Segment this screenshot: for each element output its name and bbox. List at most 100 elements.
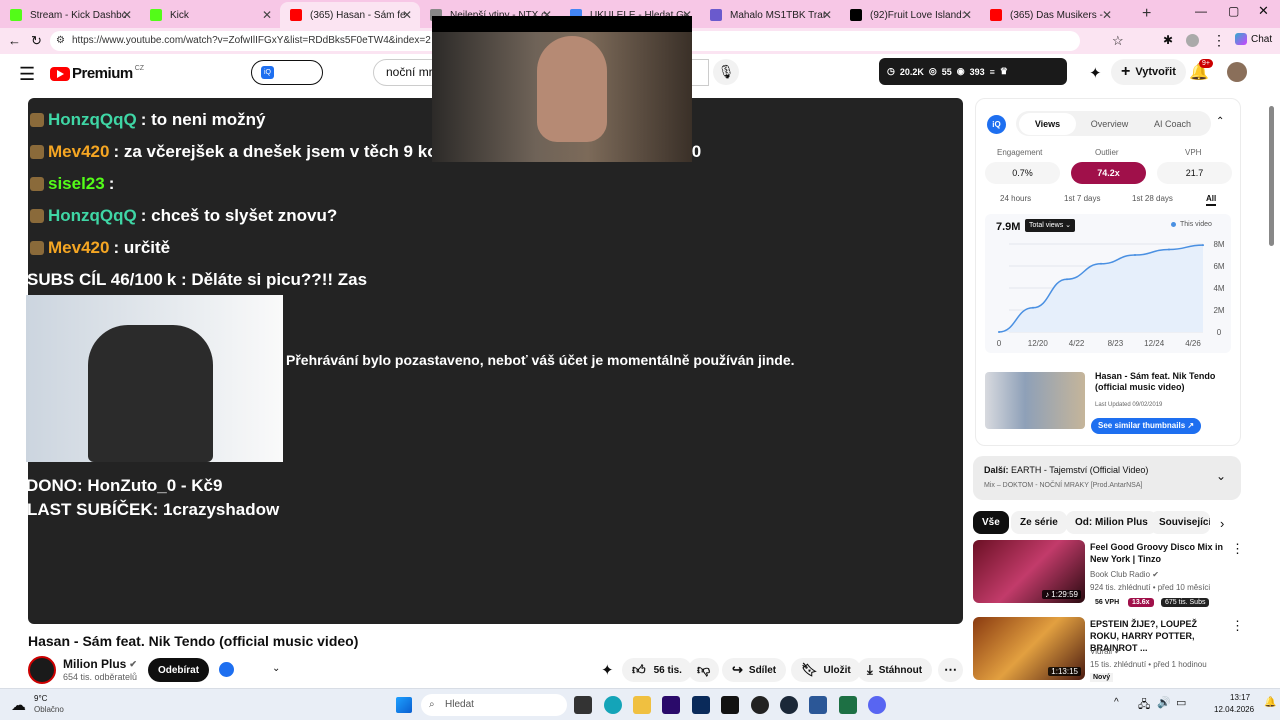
download-button[interactable]: ⤓ Stáhnout [857, 658, 933, 682]
chat-button[interactable]: Chat [1235, 33, 1272, 45]
chip-all[interactable]: Vše [973, 511, 1009, 534]
vidiq-stats-bar[interactable]: ◷ 20.2K ◎ 55 ◉ 393 ≡ ♛ [879, 58, 1067, 85]
thumbnail-preview[interactable] [985, 372, 1085, 429]
chevron-right-icon[interactable]: › [1220, 516, 1224, 531]
bookmark-icon[interactable]: ☆ [1112, 33, 1124, 49]
subscribe-button[interactable]: Odebírat [148, 658, 209, 682]
dislike-button[interactable]: 👎︎ [688, 658, 720, 682]
network-icon[interactable]: 🖧 [1138, 696, 1150, 715]
browser-tab[interactable]: Stream - Kick Dashboard✕ [0, 2, 140, 28]
tab-ai-coach[interactable]: AI Coach [1144, 113, 1201, 135]
like-button[interactable]: 👍︎ 56 tis. [622, 658, 692, 682]
menu-dots-icon[interactable]: ⋮ [1212, 32, 1226, 49]
volume-icon[interactable]: 🔊 [1157, 696, 1171, 709]
chip-all-label: Vše [982, 517, 1000, 528]
extensions-icon[interactable]: ✱ [1163, 33, 1173, 47]
task-view-icon[interactable] [574, 696, 592, 714]
excel-icon[interactable] [839, 696, 857, 714]
share-button[interactable]: ↪ Sdílet [722, 658, 787, 682]
chat-username: SUBS CÍL 46/100 [27, 270, 163, 289]
notification-bell-icon[interactable]: 🔔 [1264, 697, 1276, 708]
steam-icon[interactable] [780, 696, 798, 714]
chip-channel[interactable]: Od: Milion Plus [1066, 511, 1157, 534]
channel-name[interactable]: Milion Plus ✔ [63, 657, 137, 671]
similar-thumbnails-button[interactable]: See similar thumbnails ↗ [1091, 418, 1202, 434]
chip-series[interactable]: Ze série [1011, 511, 1067, 534]
browser-tab[interactable]: (365) Hasan - Sám feat. Nik✕ [280, 2, 420, 28]
battery-icon[interactable]: ▭ [1176, 696, 1186, 709]
copilot-icon [1235, 33, 1247, 45]
word-icon[interactable] [809, 696, 827, 714]
obs-icon[interactable] [751, 696, 769, 714]
new-tab-button[interactable]: + [1142, 5, 1151, 23]
youtube-logo[interactable]: Premium CZ [50, 65, 144, 82]
share-label: Sdílet [748, 664, 777, 676]
vidiq-tools-icon[interactable]: ✦ [601, 661, 614, 679]
tab-close-icon[interactable]: ✕ [822, 8, 832, 22]
rec-title-1[interactable]: Feel Good Groovy Disco Mix in New York |… [1090, 541, 1225, 565]
scrollbar[interactable] [1268, 94, 1276, 688]
chat-text: : [108, 174, 115, 193]
like-count: 56 tis. [653, 664, 682, 676]
tab-overview[interactable]: Overview [1081, 113, 1138, 135]
range-28d[interactable]: 1st 28 days [1132, 194, 1173, 203]
weather-icon[interactable]: ☁ [11, 696, 26, 714]
expand-icon[interactable]: ⌄ [1216, 469, 1226, 483]
range-24h[interactable]: 24 hours [1000, 194, 1031, 203]
taskbar-search[interactable]: ⌕ Hledat [421, 694, 567, 716]
maximize-button[interactable]: ▢ [1228, 4, 1239, 18]
browser-tab[interactable]: Kick ✕ [140, 2, 280, 28]
rec-thumbnail-1[interactable]: ♪ 1:29:59 [973, 540, 1085, 603]
save-button[interactable]: 🔖︎ Uložit [791, 658, 861, 682]
close-window-button[interactable]: ✕ [1258, 3, 1269, 19]
range-all[interactable]: All [1206, 194, 1217, 206]
vidiq-channel-icon[interactable] [219, 662, 234, 677]
voice-search-icon[interactable]: 🎙 [713, 59, 739, 85]
more-actions-button[interactable]: ⋯ [938, 658, 963, 682]
browser-tab[interactable]: (365) Das Musikers - Papír n✕ [980, 2, 1120, 28]
browser-tab[interactable]: (92)Fruit Love Island: All Epis✕ [840, 2, 980, 28]
profile-icon[interactable] [1186, 34, 1199, 47]
vidiq-toggle[interactable]: iQ [251, 60, 323, 85]
minimize-button[interactable]: — [1195, 4, 1207, 18]
rec-duration-text-1: 1:29:59 [1051, 590, 1078, 599]
vidiq-extension-icon[interactable]: ✦ [1089, 64, 1102, 82]
rec-menu-icon-1[interactable]: ⋮ [1231, 541, 1244, 557]
clock-time[interactable]: 13:17 [1230, 693, 1250, 702]
start-icon[interactable] [396, 697, 412, 713]
next-up-card[interactable]: Další: EARTH - Tajemství (Official Video… [973, 456, 1241, 500]
rec-thumbnail-2[interactable]: 1:13:15 [973, 617, 1085, 680]
rec-menu-icon-2[interactable]: ⋮ [1231, 618, 1244, 634]
tab-views[interactable]: Views [1019, 113, 1076, 135]
tray-chevron-icon[interactable]: ^ [1114, 697, 1119, 708]
share-icon: ↪ [732, 662, 743, 677]
tab-close-icon[interactable]: ✕ [262, 8, 272, 22]
tab-close-icon[interactable]: ✕ [962, 8, 972, 22]
create-button[interactable]: + Vytvořit [1111, 59, 1186, 85]
metric-outlier-label: Outlier [1095, 148, 1119, 157]
chip-related[interactable]: Související [1150, 511, 1210, 534]
discord-icon[interactable] [868, 696, 886, 714]
chevron-down-icon[interactable]: ⌄ [272, 663, 280, 674]
range-7d[interactable]: 1st 7 days [1064, 194, 1100, 203]
reload-icon[interactable]: ↻ [31, 33, 42, 49]
browser-tab[interactable]: Mahalo MS1TBK Transparent✕ [700, 2, 840, 28]
capcut-icon[interactable] [721, 696, 739, 714]
clock-date[interactable]: 12.04.2026 [1214, 705, 1254, 714]
edge-icon[interactable] [604, 696, 622, 714]
channel-avatar[interactable] [28, 656, 56, 684]
premiere-icon[interactable] [662, 696, 680, 714]
tab-close-icon[interactable]: ✕ [122, 8, 132, 22]
back-icon[interactable]: ← [8, 33, 21, 48]
scrollbar-thumb[interactable] [1269, 106, 1274, 246]
tab-close-icon[interactable]: ✕ [1102, 8, 1112, 22]
site-info-icon[interactable]: ⚙ [56, 31, 65, 51]
file-explorer-icon[interactable] [633, 696, 651, 714]
collapse-icon[interactable]: ⌃ [1216, 116, 1224, 127]
rec-channel-1[interactable]: Book Club Radio ✔ [1090, 570, 1159, 579]
hamburger-menu-icon[interactable]: ☰ [19, 64, 35, 85]
avatar[interactable] [1227, 62, 1247, 82]
tab-close-icon[interactable]: ✕ [402, 8, 412, 22]
rec-channel-2[interactable]: Vidrail ✔ [1090, 647, 1121, 656]
photoshop-icon[interactable] [692, 696, 710, 714]
